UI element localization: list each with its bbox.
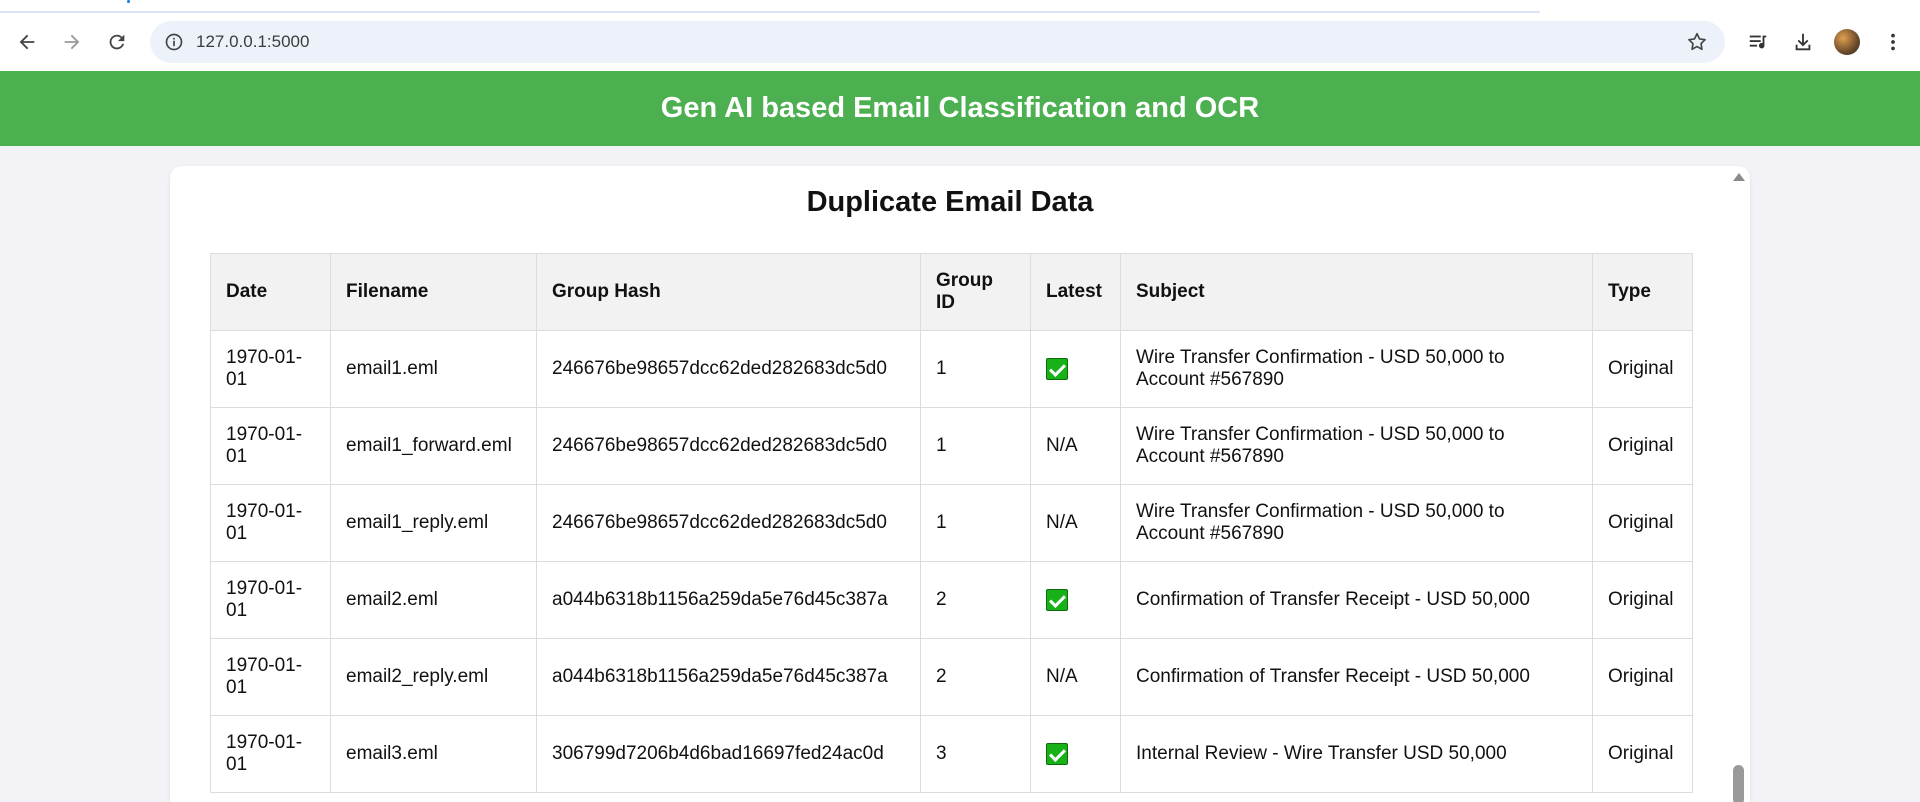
cell-group-id: 2	[920, 561, 1031, 639]
cell-latest: N/A	[1030, 407, 1121, 485]
cell-date: 1970-01-01	[210, 484, 331, 562]
url-text[interactable]: 127.0.0.1:5000	[196, 32, 309, 52]
cell-type: Original	[1592, 561, 1693, 639]
cell-group-hash: 246676be98657dcc62ded282683dc5d0	[536, 484, 921, 562]
table-row: 1970-01-01 email1.eml 246676be98657dcc62…	[210, 330, 1693, 408]
avatar[interactable]	[1834, 29, 1860, 55]
cell-latest: N/A	[1030, 484, 1121, 562]
forward-arrow-icon	[64, 34, 80, 50]
cell-subject: Wire Transfer Confirmation - USD 50,000 …	[1120, 407, 1593, 485]
column-header-group-id[interactable]: Group ID	[920, 253, 1031, 331]
cell-date: 1970-01-01	[210, 715, 331, 793]
cell-latest	[1030, 715, 1121, 793]
cell-type: Original	[1592, 715, 1693, 793]
cell-subject: Confirmation of Transfer Receipt - USD 5…	[1120, 561, 1593, 639]
site-info-icon[interactable]	[162, 30, 186, 54]
column-header-latest[interactable]: Latest	[1030, 253, 1121, 331]
app-header: Gen AI based Email Classification and OC…	[0, 71, 1920, 146]
cell-filename: email1_forward.eml	[330, 407, 537, 485]
tab-indicator	[127, 0, 130, 3]
cell-date: 1970-01-01	[210, 638, 331, 716]
table-header-row: Date Filename Group Hash Group ID Latest…	[210, 253, 1693, 331]
cell-latest: N/A	[1030, 638, 1121, 716]
cell-group-hash: a044b6318b1156a259da5e76d45c387a	[536, 561, 921, 639]
scrollbar-thumb[interactable]	[1733, 765, 1744, 802]
cell-subject: Internal Review - Wire Transfer USD 50,0…	[1120, 715, 1593, 793]
back-arrow-icon	[19, 34, 35, 50]
cell-date: 1970-01-01	[210, 561, 331, 639]
download-icon[interactable]	[1790, 29, 1816, 55]
column-header-date[interactable]: Date	[210, 253, 331, 331]
cell-group-id: 2	[920, 638, 1031, 716]
table-row: 1970-01-01 email2_reply.eml a044b6318b11…	[210, 638, 1693, 716]
cell-filename: email1_reply.eml	[330, 484, 537, 562]
cell-date: 1970-01-01	[210, 407, 331, 485]
cell-filename: email1.eml	[330, 330, 537, 408]
scroll-up-arrow-icon[interactable]	[1733, 173, 1745, 181]
kebab-menu-icon[interactable]	[1880, 29, 1906, 55]
forward-button[interactable]	[55, 25, 89, 59]
cell-filename: email3.eml	[330, 715, 537, 793]
content-card: Duplicate Email Data Date Filename Group…	[170, 166, 1750, 802]
cell-type: Original	[1592, 638, 1693, 716]
reload-icon	[109, 34, 125, 50]
column-header-group-hash[interactable]: Group Hash	[536, 253, 921, 331]
cell-filename: email2.eml	[330, 561, 537, 639]
browser-toolbar: 127.0.0.1:5000	[0, 13, 1920, 71]
cell-group-hash: 246676be98657dcc62ded282683dc5d0	[536, 330, 921, 408]
table-row: 1970-01-01 email3.eml 306799d7206b4d6bad…	[210, 715, 1693, 793]
cell-latest	[1030, 330, 1121, 408]
cell-subject: Confirmation of Transfer Receipt - USD 5…	[1120, 638, 1593, 716]
cell-group-id: 1	[920, 407, 1031, 485]
cell-type: Original	[1592, 484, 1693, 562]
cell-subject: Wire Transfer Confirmation - USD 50,000 …	[1120, 330, 1593, 408]
star-icon[interactable]	[1685, 30, 1709, 54]
column-header-subject[interactable]: Subject	[1120, 253, 1593, 331]
page-title: Duplicate Email Data	[806, 186, 1094, 218]
cell-subject: Wire Transfer Confirmation - USD 50,000 …	[1120, 484, 1593, 562]
cell-group-hash: 306799d7206b4d6bad16697fed24ac0d	[536, 715, 921, 793]
tab-strip	[0, 0, 1920, 13]
table-row: 1970-01-01 email1_reply.eml 246676be9865…	[210, 484, 1693, 562]
media-queue-icon[interactable]	[1745, 29, 1771, 55]
cell-type: Original	[1592, 330, 1693, 408]
cell-type: Original	[1592, 407, 1693, 485]
cell-group-id: 3	[920, 715, 1031, 793]
checkmark-icon	[1046, 742, 1068, 765]
duplicate-email-table: Date Filename Group Hash Group ID Latest…	[210, 253, 1693, 793]
column-header-type[interactable]: Type	[1592, 253, 1693, 331]
column-header-filename[interactable]: Filename	[330, 253, 537, 331]
cell-group-hash: 246676be98657dcc62ded282683dc5d0	[536, 407, 921, 485]
back-button[interactable]	[10, 25, 44, 59]
cell-group-id: 1	[920, 330, 1031, 408]
table-row: 1970-01-01 email2.eml a044b6318b1156a259…	[210, 561, 1693, 639]
address-bar[interactable]: 127.0.0.1:5000	[150, 21, 1725, 63]
app-title: Gen AI based Email Classification and OC…	[660, 92, 1260, 124]
cell-filename: email2_reply.eml	[330, 638, 537, 716]
checkmark-icon	[1046, 357, 1068, 380]
reload-button[interactable]	[100, 25, 134, 59]
table-row: 1970-01-01 email1_forward.eml 246676be98…	[210, 407, 1693, 485]
cell-date: 1970-01-01	[210, 330, 331, 408]
cell-latest	[1030, 561, 1121, 639]
cell-group-hash: a044b6318b1156a259da5e76d45c387a	[536, 638, 921, 716]
checkmark-icon	[1046, 588, 1068, 611]
cell-group-id: 1	[920, 484, 1031, 562]
